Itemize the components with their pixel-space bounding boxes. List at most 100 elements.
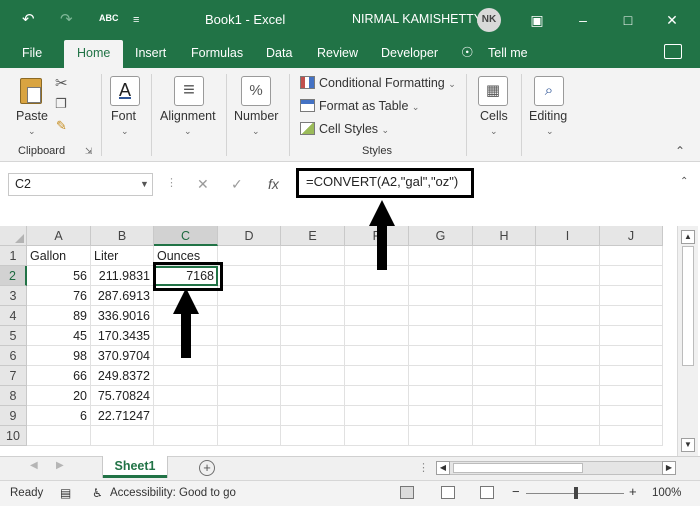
tell-me-search[interactable]: Tell me (488, 46, 528, 60)
cell-e4[interactable] (281, 306, 345, 326)
cell-d1[interactable] (218, 246, 281, 266)
cell-d7[interactable] (218, 366, 281, 386)
macro-record-icon[interactable]: ▤ (60, 486, 71, 500)
row-header-3[interactable]: 3 (0, 286, 27, 306)
scroll-down-icon[interactable]: ▼ (681, 438, 695, 452)
cell-a4[interactable]: 89 (27, 306, 91, 326)
cell-e9[interactable] (281, 406, 345, 426)
cell-h2[interactable] (473, 266, 536, 286)
minimize-icon[interactable]: – (571, 8, 595, 32)
column-header-d[interactable]: D (218, 226, 281, 246)
tab-home[interactable]: Home (64, 40, 124, 68)
column-header-g[interactable]: G (409, 226, 473, 246)
row-header-6[interactable]: 6 (0, 346, 27, 366)
cell-i9[interactable] (536, 406, 600, 426)
cell-d3[interactable] (218, 286, 281, 306)
user-name[interactable]: NIRMAL KAMISHETTY (352, 12, 482, 26)
confirm-entry-icon[interactable]: ✓ (231, 176, 243, 193)
cell-styles-button[interactable]: Cell Styles ⌄ (300, 122, 389, 136)
cell-a6[interactable]: 98 (27, 346, 91, 366)
page-layout-view-icon[interactable] (441, 486, 455, 499)
cell-b3[interactable]: 287.6913 (91, 286, 154, 306)
cell-j7[interactable] (600, 366, 663, 386)
column-header-c[interactable]: C (154, 226, 218, 246)
scroll-up-icon[interactable]: ▲ (681, 230, 695, 244)
cell-f5[interactable] (345, 326, 409, 346)
number-dropdown-icon[interactable]: ⌄ (252, 126, 260, 137)
row-header-4[interactable]: 4 (0, 306, 27, 326)
select-all-button[interactable] (0, 226, 27, 246)
cell-h1[interactable] (473, 246, 536, 266)
row-header-1[interactable]: 1 (0, 246, 27, 266)
vertical-scroll-thumb[interactable] (682, 246, 694, 366)
number-format-icon[interactable]: % (241, 76, 271, 106)
font-button[interactable]: Font (111, 109, 136, 123)
vertical-scrollbar[interactable]: ▲ ▼ (677, 226, 698, 456)
cell-e8[interactable] (281, 386, 345, 406)
cell-b5[interactable]: 170.3435 (91, 326, 154, 346)
worksheet-grid[interactable]: A B C D E F G H I J 1 Gallon Liter Ounces 2 56 211.9831 7… (0, 226, 677, 456)
cell-b2[interactable]: 211.9831 (91, 266, 154, 286)
copy-icon[interactable]: ❐ (55, 96, 67, 112)
redo-icon[interactable]: ↷ (60, 10, 73, 30)
cell-b7[interactable]: 249.8372 (91, 366, 154, 386)
cell-i2[interactable] (536, 266, 600, 286)
cell-j4[interactable] (600, 306, 663, 326)
paste-button[interactable]: Paste (16, 109, 48, 123)
cell-j8[interactable] (600, 386, 663, 406)
cell-j1[interactable] (600, 246, 663, 266)
normal-view-icon[interactable] (400, 486, 414, 499)
zoom-slider-thumb[interactable] (574, 487, 578, 499)
cell-b8[interactable]: 75.70824 (91, 386, 154, 406)
tab-file[interactable]: File (22, 46, 42, 60)
cell-h6[interactable] (473, 346, 536, 366)
search-icon[interactable]: ⌕ (534, 76, 564, 106)
close-icon[interactable]: ✕ (660, 8, 684, 32)
cell-d4[interactable] (218, 306, 281, 326)
column-header-e[interactable]: E (281, 226, 345, 246)
cancel-entry-icon[interactable]: ✕ (197, 176, 209, 193)
cell-g4[interactable] (409, 306, 473, 326)
cell-a10[interactable] (27, 426, 91, 446)
cell-i6[interactable] (536, 346, 600, 366)
tab-review[interactable]: Review (317, 46, 358, 60)
cell-i3[interactable] (536, 286, 600, 306)
format-painter-icon[interactable]: ✎ (56, 118, 67, 134)
sheet-tab[interactable]: Sheet1 (103, 456, 167, 478)
scroll-right-icon[interactable]: ▶ (662, 461, 676, 475)
cell-c7[interactable] (154, 366, 218, 386)
cell-j6[interactable] (600, 346, 663, 366)
accessibility-status[interactable]: Accessibility: Good to go (110, 487, 236, 499)
paste-dropdown-icon[interactable]: ⌄ (28, 126, 36, 137)
cells-dropdown-icon[interactable]: ⌄ (490, 126, 498, 137)
cell-e2[interactable] (281, 266, 345, 286)
add-sheet-icon[interactable]: + (199, 460, 215, 476)
horizontal-scrollbar[interactable]: ◀ ▶ (436, 461, 676, 475)
cell-i10[interactable] (536, 426, 600, 446)
comment-icon[interactable] (664, 44, 682, 59)
cell-f8[interactable] (345, 386, 409, 406)
page-break-preview-icon[interactable] (480, 486, 494, 499)
alignment-dropdown-icon[interactable]: ⌄ (184, 126, 192, 137)
cell-i7[interactable] (536, 366, 600, 386)
cell-e3[interactable] (281, 286, 345, 306)
zoom-out-button[interactable]: − (512, 484, 520, 499)
cell-f9[interactable] (345, 406, 409, 426)
cell-e1[interactable] (281, 246, 345, 266)
customize-quick-access-icon[interactable]: ≡ (133, 10, 139, 30)
cell-g6[interactable] (409, 346, 473, 366)
column-header-h[interactable]: H (473, 226, 536, 246)
cell-h3[interactable] (473, 286, 536, 306)
maximize-icon[interactable]: □ (616, 8, 640, 32)
cell-d2[interactable] (218, 266, 281, 286)
column-header-a[interactable]: A (27, 226, 91, 246)
tab-formulas[interactable]: Formulas (191, 46, 243, 60)
tab-splitter-icon[interactable]: ⋮ (418, 461, 429, 474)
cell-h10[interactable] (473, 426, 536, 446)
cell-g1[interactable] (409, 246, 473, 266)
cell-a3[interactable]: 76 (27, 286, 91, 306)
row-header-8[interactable]: 8 (0, 386, 27, 406)
cell-j10[interactable] (600, 426, 663, 446)
paste-icon[interactable] (20, 78, 42, 104)
ribbon-display-icon[interactable]: ▣ (525, 8, 549, 32)
